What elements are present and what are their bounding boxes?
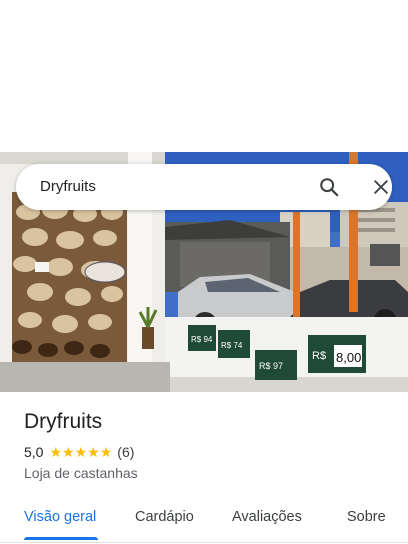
tab-menu[interactable]: Cardápio (135, 509, 194, 525)
close-icon[interactable] (371, 177, 391, 197)
search-bar[interactable]: Dryfruits (16, 164, 392, 210)
tab-about[interactable]: Sobre (347, 509, 386, 525)
tab-bar: Visão geral Cardápio Avaliações Sobre (0, 496, 408, 543)
svg-text:R$ 74: R$ 74 (221, 341, 243, 350)
star-icon: ★ (99, 444, 113, 460)
search-icon[interactable] (318, 176, 340, 198)
tab-overview[interactable]: Visão geral (24, 509, 96, 525)
place-title: Dryfruits (24, 410, 103, 433)
star-icon: ★ (74, 444, 88, 460)
place-category[interactable]: Loja de castanhas (24, 465, 138, 481)
place-details-panel: Dryfruits 5,0 ★ ★ ★ ★ ★ (6) Loja de cast… (0, 392, 408, 544)
star-icon: ★ (87, 444, 100, 460)
svg-text:R$ 94: R$ 94 (191, 335, 213, 344)
active-tab-indicator (24, 537, 98, 540)
search-input[interactable]: Dryfruits (40, 178, 96, 195)
review-count[interactable]: (6) (117, 444, 134, 460)
star-icon: ★ (62, 444, 75, 460)
tab-reviews[interactable]: Avaliações (232, 509, 302, 525)
svg-text:R$ 97: R$ 97 (259, 361, 283, 371)
svg-text:R$: R$ (312, 350, 326, 362)
svg-text:8,00: 8,00 (336, 350, 361, 365)
rating-row[interactable]: 5,0 ★ ★ ★ ★ ★ (6) (24, 444, 134, 460)
star-icon: ★ (49, 444, 63, 460)
rating-value: 5,0 (24, 444, 44, 460)
rating-stars: ★ ★ ★ ★ ★ (49, 445, 112, 459)
